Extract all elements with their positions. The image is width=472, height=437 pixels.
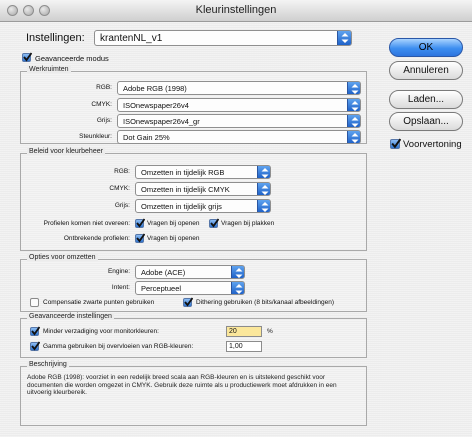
policies-title: Beleid voor kleurbeheer (27, 148, 105, 155)
workspace-gray-label: Grijs: (96, 117, 112, 124)
workspace-rgb-select[interactable]: Adobe RGB (1998) (117, 81, 361, 95)
settings-select-value: krantenNL_v1 (100, 33, 163, 44)
policy-rgb-value: Omzetten in tijdelijk RGB (141, 168, 225, 177)
chevron-updown-icon (337, 31, 351, 45)
policy-gray-select[interactable]: Omzetten in tijdelijk grijs (135, 199, 271, 213)
ok-button[interactable]: OK (389, 38, 463, 57)
policy-cmyk-select[interactable]: Omzetten in tijdelijk CMYK (135, 182, 271, 196)
intent-label: Intent: (111, 284, 130, 291)
mismatch-paste-checkbox[interactable] (209, 218, 219, 228)
description-title: Beschrijving (27, 361, 69, 368)
advanced-controls-title: Geavanceerde instellingen (27, 313, 114, 320)
chevron-updown-icon (257, 166, 270, 178)
advanced-controls-group: Geavanceerde instellingen (20, 313, 367, 358)
policy-gray-label: Grijs: (114, 202, 130, 209)
chevron-updown-icon (347, 131, 360, 143)
engine-label: Engine: (107, 268, 130, 275)
desaturate-field[interactable]: 20 (226, 326, 262, 337)
workspace-rgb-value: Adobe RGB (1998) (123, 84, 187, 93)
cancel-button[interactable]: Annuleren (389, 61, 463, 80)
dither-label: Dithering gebruiken (8 bits/kanaal afbee… (196, 299, 335, 306)
chevron-updown-icon (231, 282, 244, 294)
missing-open-checkbox[interactable] (135, 233, 145, 243)
policy-gray-value: Omzetten in tijdelijk grijs (141, 202, 222, 211)
chevron-updown-icon (347, 99, 360, 111)
desaturate-checkbox[interactable] (30, 326, 40, 336)
mismatch-label: Profielen komen niet overeen: (43, 220, 130, 227)
mismatch-open-label: Vragen bij openen (147, 220, 200, 227)
conversion-title: Opties voor omzetten (27, 254, 98, 261)
gamma-blend-checkbox[interactable] (30, 341, 40, 351)
intent-select[interactable]: Perceptueel (135, 281, 245, 295)
save-button[interactable]: Opslaan... (389, 112, 463, 131)
settings-label: Instellingen: (26, 32, 85, 44)
workspace-rgb-label: RGB: (96, 84, 112, 91)
workspace-gray-value: ISOnewspaper26v4_gr (123, 117, 200, 126)
desaturate-unit: % (267, 328, 273, 335)
preview-label: Voorvertoning (403, 139, 462, 150)
settings-select[interactable]: krantenNL_v1 (94, 30, 352, 46)
gamma-blend-field[interactable]: 1,00 (226, 341, 262, 352)
preview-checkbox[interactable] (390, 138, 401, 149)
policy-cmyk-value: Omzetten in tijdelijk CMYK (141, 185, 230, 194)
title-bar: Kleurinstellingen (0, 0, 472, 22)
missing-label: Ontbrekende profielen: (63, 235, 130, 242)
engine-value: Adobe (ACE) (141, 268, 186, 277)
workspace-spot-value: Dot Gain 25% (123, 133, 170, 142)
advanced-mode-label: Geavanceerde modus (35, 54, 109, 63)
workspace-gray-select[interactable]: ISOnewspaper26v4_gr (117, 114, 361, 128)
workspace-cmyk-select[interactable]: ISOnewspaper26v4 (117, 98, 361, 112)
policy-cmyk-label: CMYK: (109, 185, 130, 192)
dither-checkbox[interactable] (183, 297, 193, 307)
desaturate-label: Minder verzadiging voor monitorkleuren: (43, 328, 159, 335)
workspace-cmyk-label: CMYK: (91, 101, 112, 108)
mismatch-open-checkbox[interactable] (135, 218, 145, 228)
window-title: Kleurinstellingen (195, 4, 277, 16)
workspaces-title: Werkruimten (27, 66, 71, 73)
black-point-compensation-label: Compensatie zwarte punten gebruiken (43, 299, 155, 306)
color-settings-dialog: Kleurinstellingen Instellingen: krantenN… (0, 0, 472, 437)
black-point-compensation-checkbox[interactable] (30, 298, 39, 307)
chevron-updown-icon (231, 266, 244, 278)
description-text: Adobe RGB (1998): voorziet in een redeli… (27, 374, 337, 397)
intent-value: Perceptueel (141, 284, 182, 293)
missing-open-label: Vragen bij openen (147, 235, 200, 242)
workspace-spot-select[interactable]: Dot Gain 25% (117, 130, 361, 144)
chevron-updown-icon (347, 82, 360, 94)
chevron-updown-icon (257, 183, 270, 195)
policy-rgb-label: RGB: (114, 168, 130, 175)
workspace-cmyk-value: ISOnewspaper26v4 (123, 101, 189, 110)
chevron-updown-icon (347, 115, 360, 127)
chevron-updown-icon (257, 200, 270, 212)
gamma-blend-label: Gamma gebruiken bij overvloeien van RGB-… (43, 343, 194, 350)
policy-rgb-select[interactable]: Omzetten in tijdelijk RGB (135, 165, 271, 179)
engine-select[interactable]: Adobe (ACE) (135, 265, 245, 279)
advanced-mode-checkbox[interactable] (22, 52, 32, 62)
load-button[interactable]: Laden... (389, 90, 463, 109)
workspace-spot-label: Steunkleur: (79, 133, 112, 140)
mismatch-paste-label: Vragen bij plakken (221, 220, 275, 227)
